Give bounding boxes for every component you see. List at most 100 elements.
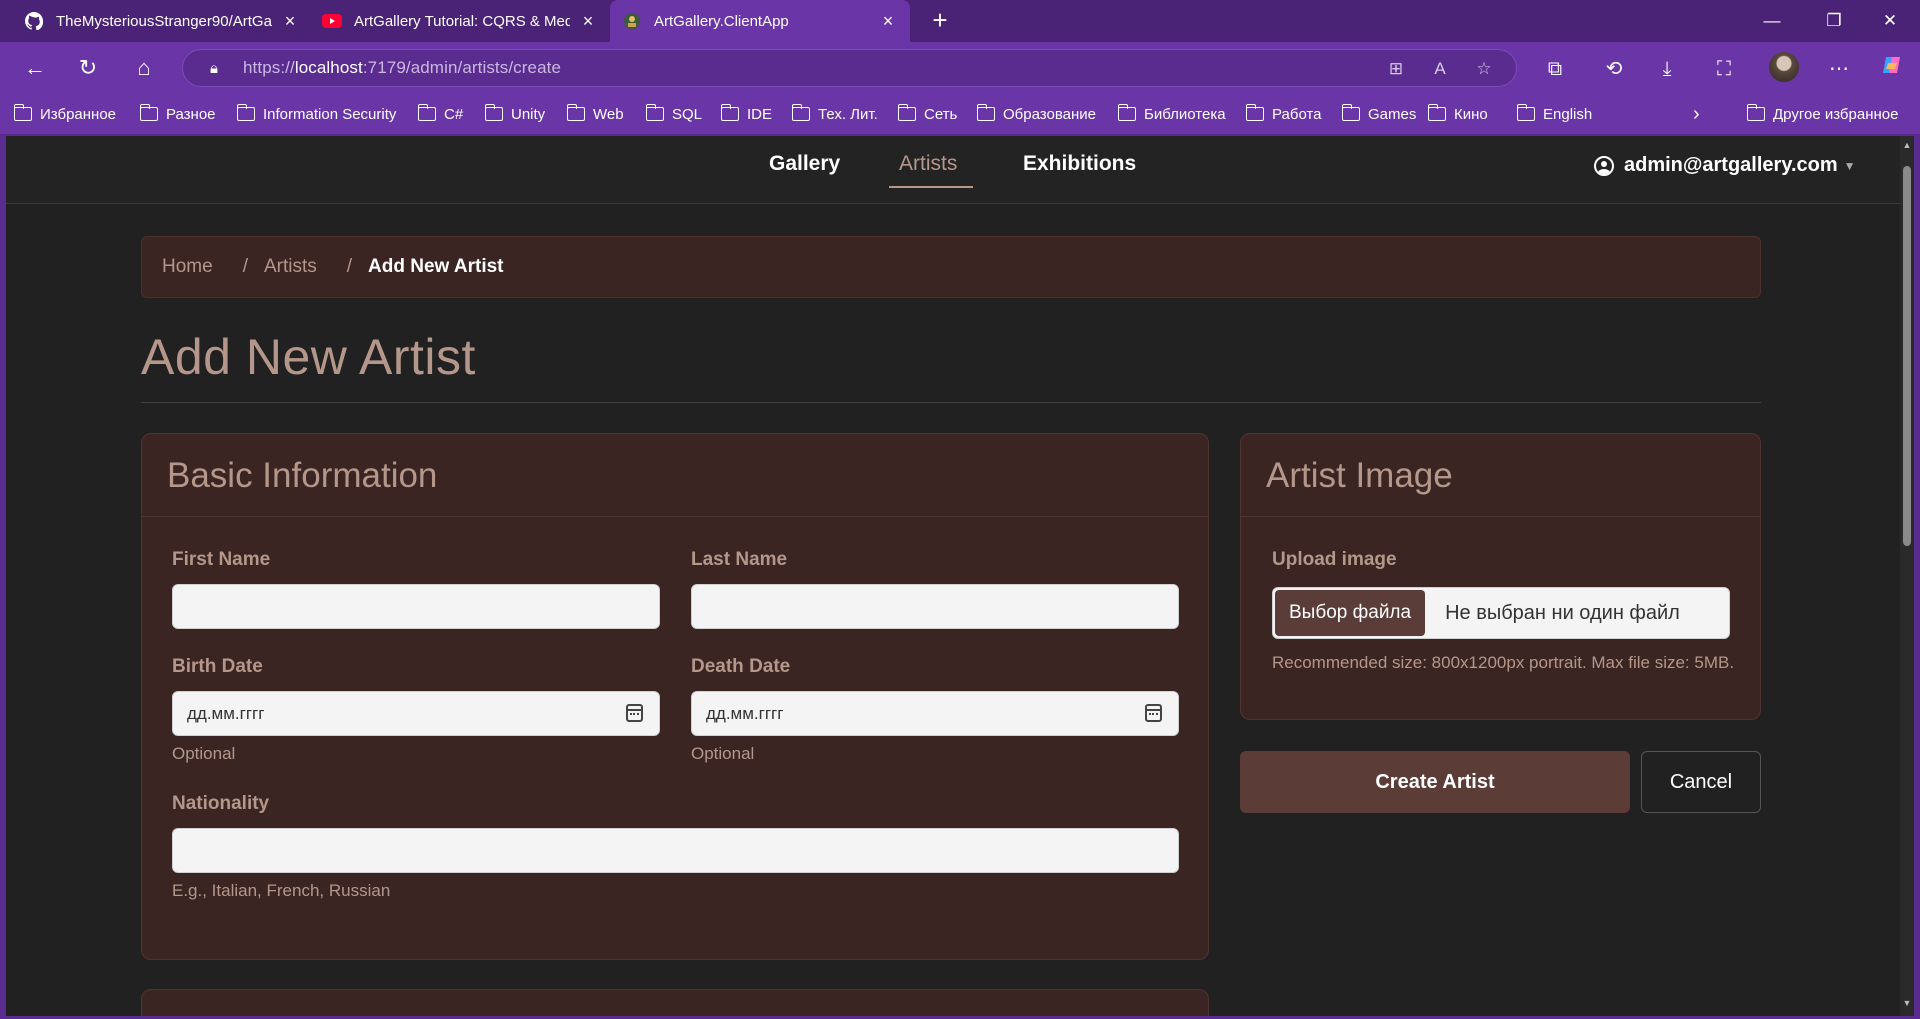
page-viewport: Gallery Artists Exhibitions admin@artgal… [6,136,1900,1016]
user-circle-icon [1594,155,1614,176]
folder-icon [976,104,995,121]
folder-icon [1117,104,1136,121]
folder-icon [484,104,503,121]
nav-artists[interactable]: Artists [899,152,957,176]
refresh-icon[interactable]: ↻ [72,53,104,85]
death-date-field[interactable]: дд.мм.гггг [691,691,1179,736]
more-icon[interactable]: ⋯ [1823,53,1855,85]
bookmark-folder[interactable]: Образование [976,103,1096,125]
bookmark-folder[interactable]: Information Security [236,103,396,125]
folder-icon [13,104,32,121]
folder-icon [236,104,255,121]
other-bookmarks[interactable]: Другое избранное [1746,103,1898,125]
last-name-label: Last Name [691,549,788,570]
app-icon [622,11,642,31]
screenshot-icon[interactable]: ⛶ [1708,53,1740,85]
card-heading: Basic Information [142,434,1208,517]
breadcrumb-artists[interactable]: Artists [264,256,317,278]
create-artist-button[interactable]: Create Artist [1240,751,1630,813]
cancel-button[interactable]: Cancel [1641,751,1761,813]
first-name-label: First Name [172,549,271,570]
nationality-label: Nationality [172,793,270,814]
file-upload-input[interactable]: Выбор файла Не выбран ни один файл [1272,587,1730,639]
lock-icon[interactable]: 🔒︎ [201,60,227,77]
nationality-field[interactable] [172,828,1179,873]
nav-gallery[interactable]: Gallery [769,152,840,176]
page-title: Add New Artist [141,329,476,385]
folder-icon [139,104,158,121]
tab-artgallery[interactable]: ArtGallery.ClientApp × [610,0,910,42]
bookmark-folder[interactable]: Кино [1427,103,1488,125]
upload-image-label: Upload image [1272,549,1397,570]
calendar-icon[interactable] [626,704,643,722]
nav-exhibitions[interactable]: Exhibitions [1023,152,1136,176]
page-scrollbar[interactable]: ▲ ▼ [1900,136,1914,1016]
bookmark-folder[interactable]: Web [566,103,624,125]
image-help: Recommended size: 800x1200px portrait. M… [1272,653,1735,672]
bookmark-folder[interactable]: Библиотека [1117,103,1226,125]
minimize-button[interactable]: — [1752,6,1792,36]
copilot-icon[interactable] [1876,53,1908,85]
restore-button[interactable]: ❐ [1814,6,1854,36]
bookmark-folder[interactable]: Избранное [13,103,116,125]
close-icon[interactable]: × [280,11,300,32]
first-name-field[interactable] [172,584,660,629]
folder-icon [791,104,810,121]
chevron-right-icon[interactable]: › [1693,103,1700,125]
read-aloud-icon[interactable]: A [1427,56,1453,82]
bookmark-folder[interactable]: Games [1341,103,1416,125]
history-icon[interactable]: ⟲ [1598,53,1630,85]
tab-title: ArtGallery Tutorial: CQRS & Mediator [354,12,570,30]
scroll-up-icon[interactable]: ▲ [1900,140,1914,154]
bookmark-folder[interactable]: Разное [139,103,216,125]
calendar-icon[interactable] [1145,704,1162,722]
breadcrumb-current: Add New Artist [368,256,504,277]
choose-file-button[interactable]: Выбор файла [1275,590,1426,636]
folder-icon [1341,104,1360,121]
bookmark-folder[interactable]: Тех. Лит. [791,103,878,125]
app-available-icon[interactable]: ⊞ [1383,56,1409,82]
user-email: admin@artgallery.com [1624,154,1838,176]
tab-github[interactable]: TheMysteriousStranger90/ArtGallery × [12,0,312,42]
scroll-down-icon[interactable]: ▼ [1900,998,1914,1012]
bookmark-folder[interactable]: IDE [720,103,772,125]
downloads-icon[interactable]: ⤓ [1651,53,1683,85]
home-icon[interactable]: ⌂ [128,53,160,85]
favorite-star-icon[interactable]: ☆ [1471,56,1497,82]
death-date-help: Optional [691,744,755,763]
birth-date-label: Birth Date [172,656,263,677]
folder-icon [1427,104,1446,121]
bookmark-folder[interactable]: SQL [645,103,702,125]
url-text[interactable]: https://localhost:7179/admin/artists/cre… [243,58,561,78]
back-icon[interactable]: ← [19,53,51,85]
death-date-label: Death Date [691,656,791,677]
breadcrumb-home[interactable]: Home [162,256,213,278]
new-tab-button[interactable]: + [925,6,955,36]
bookmark-folder[interactable]: Работа [1245,103,1322,125]
bookmark-folder[interactable]: Сеть [897,103,957,125]
folder-icon [1245,104,1264,121]
bookmark-folder[interactable]: English [1516,103,1592,125]
nationality-help: E.g., Italian, French, Russian [172,881,391,900]
scrollbar-thumb[interactable] [1903,166,1911,546]
folder-icon [1516,104,1535,121]
tab-youtube[interactable]: ArtGallery Tutorial: CQRS & Mediator × [310,0,610,42]
bookmark-folder[interactable]: Unity [484,103,545,125]
close-icon[interactable]: × [878,11,898,32]
breadcrumb-separator: / [346,256,353,277]
folder-icon [645,104,664,121]
breadcrumb-separator: / [242,256,248,277]
browser-tab-bar: TheMysteriousStranger90/ArtGallery × Art… [0,0,1920,42]
folder-icon [566,104,585,121]
address-bar[interactable]: 🔒︎ https://localhost:7179/admin/artists/… [182,49,1517,87]
last-name-field[interactable] [691,584,1179,629]
close-icon[interactable]: × [578,11,598,32]
next-section-card [141,989,1209,1016]
birth-date-field[interactable]: дд.мм.гггг [172,691,660,736]
window-close-button[interactable]: ✕ [1870,6,1910,36]
bookmark-folder[interactable]: C# [417,103,463,125]
profile-avatar[interactable] [1769,52,1799,82]
user-menu[interactable]: admin@artgallery.com ▼ [1594,154,1856,177]
extensions-icon[interactable]: ⧉ [1539,53,1571,85]
basic-info-card: Basic Information First Name Last Name B… [141,433,1209,960]
